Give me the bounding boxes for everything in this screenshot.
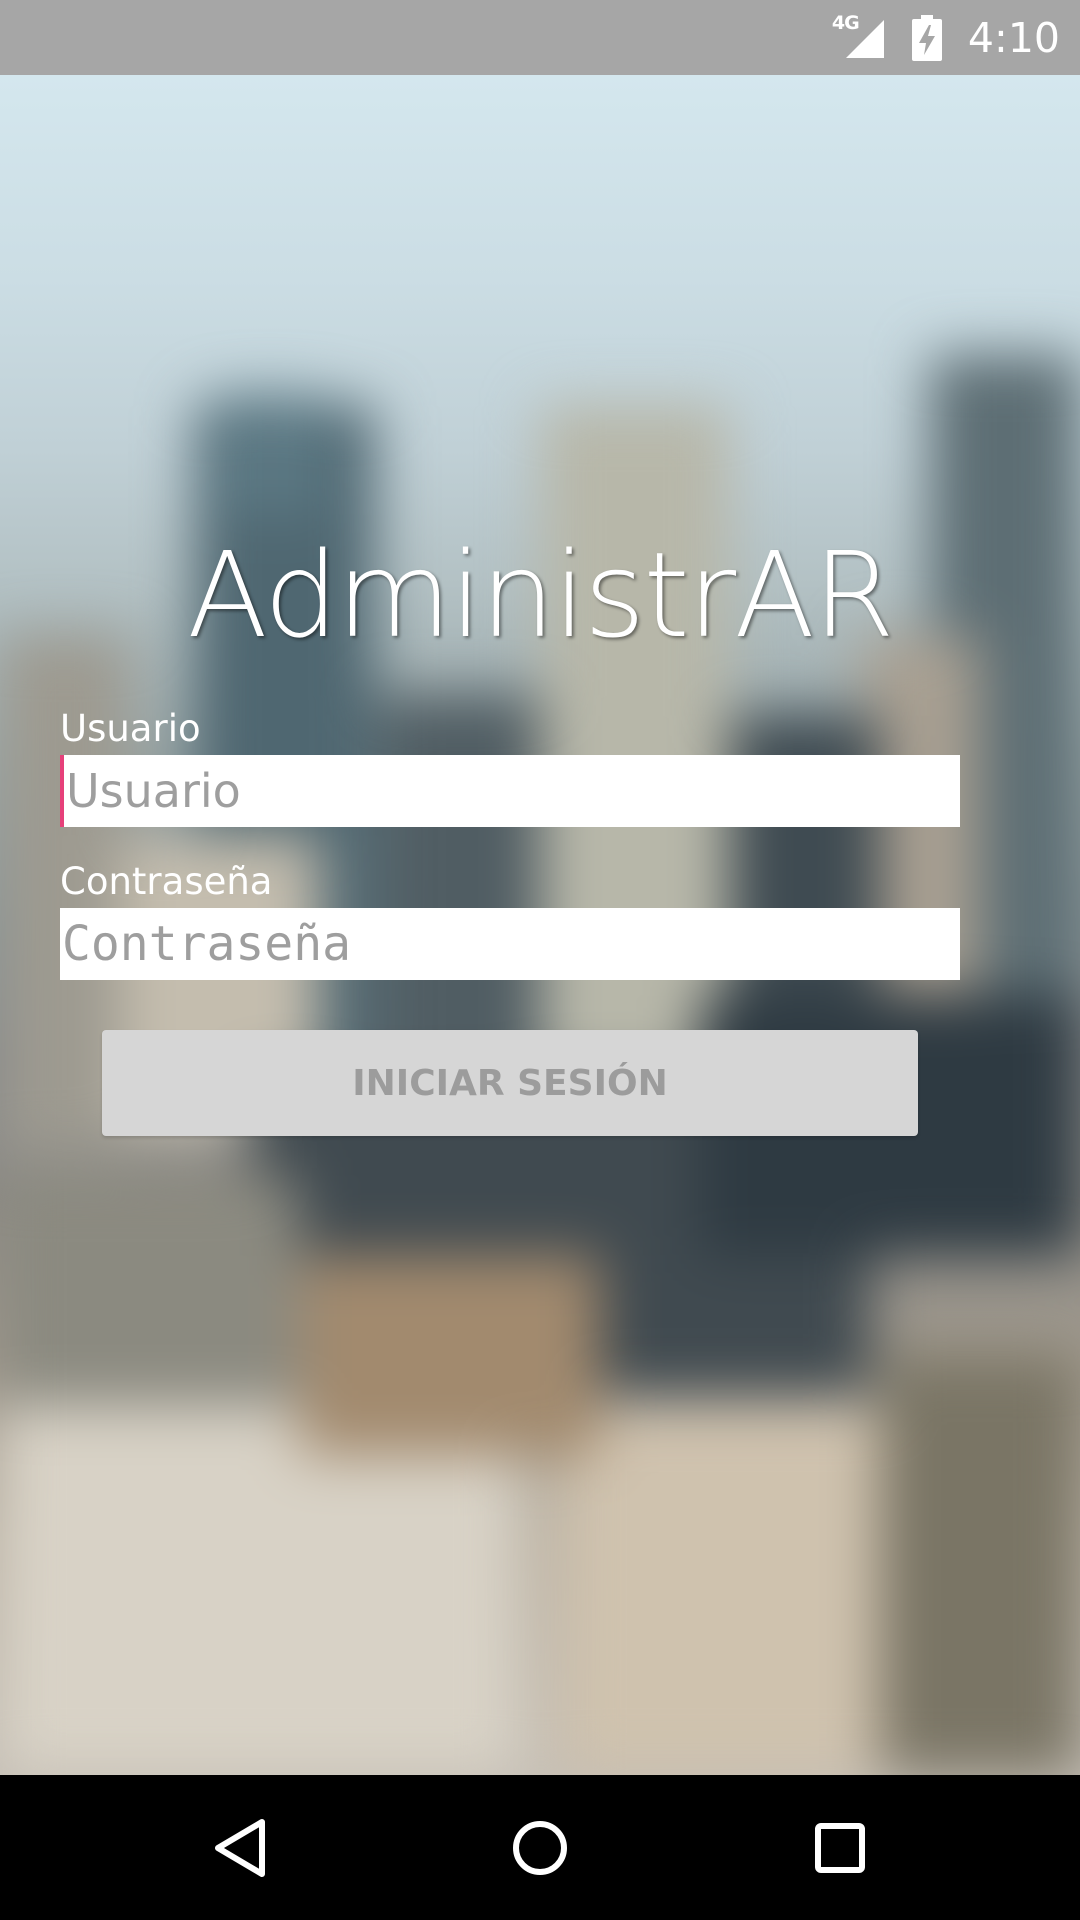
password-input[interactable] (60, 908, 960, 980)
navigation-bar (0, 1775, 1080, 1920)
recents-button[interactable] (760, 1775, 920, 1920)
password-label: Contraseña (60, 860, 273, 903)
signal-icon: 4G (831, 11, 888, 62)
login-screen: 4G 4:10 AdministrAR Usuario Usuario Cont… (0, 0, 1080, 1920)
home-button[interactable] (460, 1775, 620, 1920)
status-bar: 4G 4:10 (0, 0, 1080, 75)
login-button[interactable]: INICIAR SESIÓN (102, 1030, 918, 1136)
username-input[interactable] (60, 755, 960, 827)
back-icon (215, 1818, 265, 1877)
status-icons: 4G 4:10 (832, 0, 1080, 75)
back-button[interactable] (160, 1775, 320, 1920)
home-icon (513, 1820, 567, 1875)
recents-icon (815, 1822, 865, 1873)
battery-charging-icon (911, 14, 942, 61)
status-time: 4:10 (967, 13, 1060, 62)
app-title: AdministrAR (187, 526, 895, 664)
username-label: Usuario (60, 707, 201, 750)
network-type-label: 4G (831, 11, 860, 34)
